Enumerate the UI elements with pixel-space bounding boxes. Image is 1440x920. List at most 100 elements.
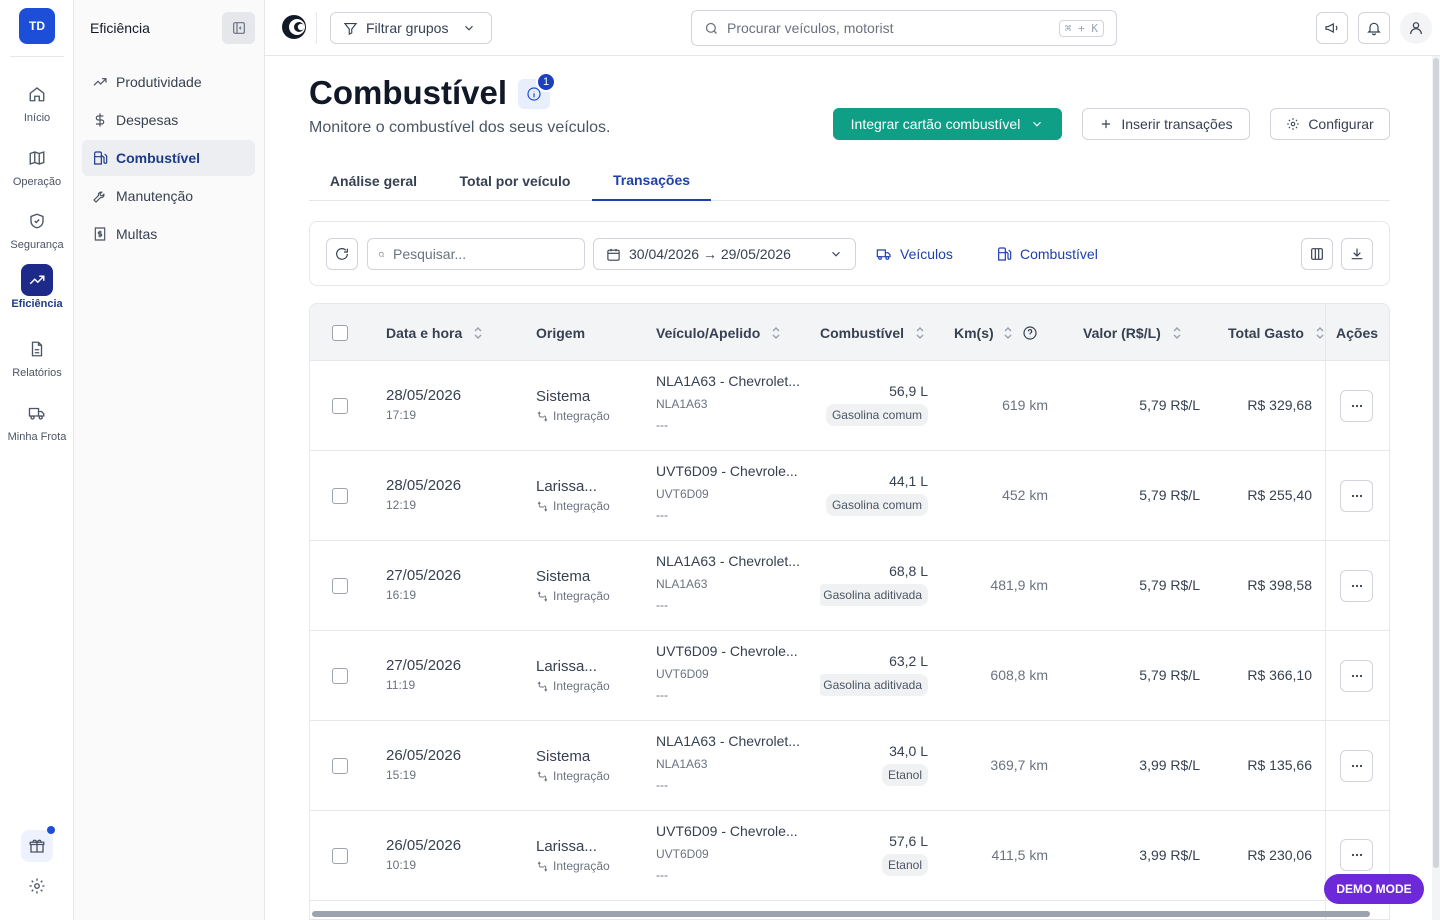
row-checkbox[interactable] — [332, 758, 348, 774]
header-total[interactable]: Total Gasto — [1228, 304, 1326, 361]
rail-item-eficiencia[interactable]: Eficiência — [0, 264, 74, 320]
header-fuel[interactable]: Combustível — [820, 304, 926, 361]
rail-item-minha-frota[interactable]: Minha Frota — [0, 397, 74, 453]
rail-item-seguranca[interactable]: Segurança — [0, 205, 74, 261]
vehicle-nickname: --- — [656, 778, 668, 792]
row-actions-button[interactable] — [1340, 390, 1373, 422]
subnav-item-manutencao[interactable]: Manutenção — [82, 178, 255, 214]
columns-button[interactable] — [1301, 238, 1333, 270]
row-checkbox[interactable] — [332, 488, 348, 504]
table-search-input[interactable] — [393, 246, 574, 262]
date-range-picker[interactable]: 30/04/2026 → 29/05/2026 — [593, 238, 856, 270]
origin-value: Larissa... — [536, 838, 597, 855]
date-cell: 27/05/2026 16:19 — [386, 567, 461, 602]
row-checkbox-cell[interactable] — [332, 488, 348, 504]
sort-icon[interactable] — [472, 326, 484, 340]
table-row[interactable]: 27/05/2026 11:19 Larissa... Integração UVT6D… — [310, 631, 1389, 721]
row-actions-button[interactable] — [1340, 839, 1373, 871]
subnav-item-despesas[interactable]: Despesas — [82, 102, 255, 138]
source-label: Integração — [553, 679, 610, 693]
fuel-filter[interactable]: Combustível — [996, 238, 1098, 270]
row-checkbox-cell[interactable] — [332, 398, 348, 414]
header-date[interactable]: Data e hora — [386, 304, 484, 361]
vehicle-name[interactable]: UVT6D09 - Chevrole... — [656, 823, 804, 839]
sort-icon[interactable] — [914, 326, 926, 340]
vehicle-name[interactable]: UVT6D09 - Chevrole... — [656, 463, 804, 479]
app-logo[interactable] — [281, 14, 307, 40]
tab-analise-geral[interactable]: Análise geral — [309, 160, 438, 201]
rail-item-relatorios[interactable]: Relatórios — [0, 333, 74, 389]
configure-label: Configurar — [1308, 116, 1374, 132]
header-origin-label: Origem — [536, 324, 586, 341]
user-menu-button[interactable] — [1400, 12, 1432, 44]
insert-transactions-button[interactable]: Inserir transações — [1082, 108, 1250, 140]
vehicle-name[interactable]: NLA1A63 - Chevrolet... — [656, 733, 804, 749]
insert-transactions-label: Inserir transações — [1121, 116, 1233, 132]
vehicle-plate: UVT6D09 — [656, 847, 709, 861]
help-icon[interactable] — [1022, 325, 1038, 341]
table-row[interactable]: 28/05/2026 17:19 Sistema Integração NLA1A63 … — [310, 361, 1389, 451]
row-actions-button[interactable] — [1340, 570, 1373, 602]
announcements-button[interactable] — [1316, 12, 1348, 44]
table-search[interactable] — [367, 238, 585, 270]
table-row[interactable]: 26/05/2026 10:19 Larissa... Integração UVT6D… — [310, 811, 1389, 901]
global-search-input[interactable] — [727, 20, 1051, 36]
notifications-button[interactable] — [1358, 12, 1390, 44]
header-km[interactable]: Km(s) — [954, 304, 1038, 361]
refresh-button[interactable] — [326, 238, 358, 270]
row-checkbox-cell[interactable] — [332, 848, 348, 864]
date-cell: 26/05/2026 15:19 — [386, 747, 461, 782]
header-value[interactable]: Valor (R$/L) — [1083, 304, 1183, 361]
tab-transacoes[interactable]: Transações — [592, 160, 711, 201]
table-row[interactable]: 26/05/2026 15:19 Sistema Integração NLA1A63 … — [310, 721, 1389, 811]
more-horizontal-icon — [1351, 853, 1362, 857]
header-fuel-label: Combustível — [820, 324, 905, 341]
global-search[interactable]: ⌘ + K — [691, 10, 1117, 46]
vehicle-name[interactable]: NLA1A63 - Chevrolet... — [656, 373, 804, 389]
table-toolbar: 30/04/2026 → 29/05/2026 Veículos Combust… — [309, 221, 1390, 286]
vehicle-name[interactable]: UVT6D09 - Chevrole... — [656, 643, 804, 659]
fuel-cell: 56,9 L Gasolina comum — [820, 383, 928, 426]
demo-mode-badge[interactable]: DEMO MODE — [1324, 874, 1424, 904]
row-checkbox[interactable] — [332, 848, 348, 864]
row-actions-button[interactable] — [1340, 660, 1373, 692]
sort-icon[interactable] — [1002, 326, 1014, 340]
row-checkbox-cell[interactable] — [332, 578, 348, 594]
download-button[interactable] — [1341, 238, 1373, 270]
gift-button[interactable] — [21, 826, 55, 862]
sort-icon[interactable] — [1171, 326, 1183, 340]
horizontal-scrollbar[interactable] — [312, 911, 1370, 917]
tabs: Análise geral Total por veículo Transaçõ… — [309, 160, 1390, 201]
tab-total-por-veiculo[interactable]: Total por veículo — [438, 160, 592, 201]
table-row[interactable]: 28/05/2026 12:19 Larissa... Integração UVT6D… — [310, 451, 1389, 541]
select-all-checkbox-cell[interactable] — [332, 304, 348, 361]
collapse-sidebar-button[interactable] — [222, 12, 255, 44]
row-checkbox[interactable] — [332, 398, 348, 414]
rail-item-inicio[interactable]: Início — [0, 78, 74, 134]
vehicles-filter[interactable]: Veículos — [876, 238, 953, 270]
source-label: Integração — [553, 589, 610, 603]
header-vehicle[interactable]: Veículo/Apelido — [656, 304, 782, 361]
settings-button[interactable] — [21, 870, 53, 902]
row-actions-button[interactable] — [1340, 750, 1373, 782]
rail-item-operacao[interactable]: Operação — [0, 142, 74, 198]
configure-button[interactable]: Configurar — [1270, 108, 1390, 140]
vehicle-name[interactable]: NLA1A63 - Chevrolet... — [656, 553, 804, 569]
org-avatar[interactable]: TD — [19, 8, 55, 44]
scrollbar-thumb[interactable] — [1433, 58, 1439, 868]
row-checkbox-cell[interactable] — [332, 758, 348, 774]
vertical-scrollbar[interactable] — [1432, 56, 1440, 920]
vehicle-cell: UVT6D09 - Chevrole... UVT6D09 --- — [656, 643, 804, 702]
select-all-checkbox[interactable] — [332, 324, 348, 341]
table-row[interactable]: 27/05/2026 16:19 Sistema Integração NLA1A63 … — [310, 541, 1389, 631]
subnav-item-multas[interactable]: Multas — [82, 216, 255, 252]
integrate-fuel-card-button[interactable]: Integrar cartão combustível — [833, 108, 1062, 140]
subnav-item-combustivel[interactable]: Combustível — [82, 140, 255, 176]
row-checkbox-cell[interactable] — [332, 668, 348, 684]
row-checkbox[interactable] — [332, 668, 348, 684]
row-actions-button[interactable] — [1340, 480, 1373, 512]
subnav-item-produtividade[interactable]: Produtividade — [82, 64, 255, 100]
sort-icon[interactable] — [770, 326, 782, 340]
row-checkbox[interactable] — [332, 578, 348, 594]
filter-groups-button[interactable]: Filtrar grupos — [330, 12, 492, 44]
